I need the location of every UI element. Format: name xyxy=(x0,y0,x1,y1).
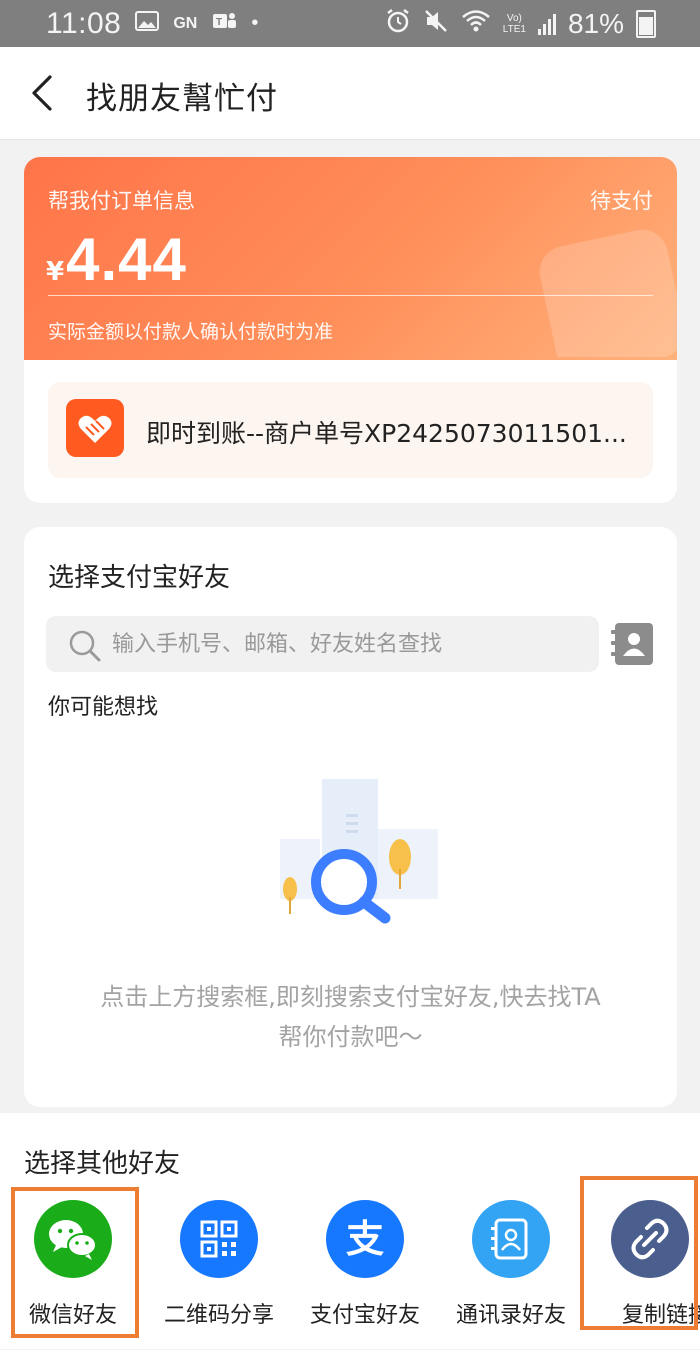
empty-search-illustration xyxy=(280,779,438,924)
currency-symbol: ¥ xyxy=(46,257,65,287)
divider xyxy=(48,295,653,296)
share-qr-code[interactable]: 二维码分享 xyxy=(146,1190,292,1350)
battery-percent: 81% xyxy=(567,7,624,39)
signal-icon xyxy=(537,13,556,35)
order-item-text: 即时到账--商户单号XP2425073011501... xyxy=(146,419,627,448)
share-title: 选择其他好友 xyxy=(24,1149,181,1179)
alipay-friends-panel: 选择支付宝好友 你可能想找 点击上方搜索框,即刻搜索支付宝好友,快去找TA 帮你… xyxy=(24,527,677,1107)
svg-text:T: T xyxy=(216,17,222,28)
back-arrow-icon[interactable] xyxy=(24,73,64,113)
share-address-book[interactable]: 通讯录好友 xyxy=(438,1190,584,1350)
empty-hint-line-1: 点击上方搜索框,即刻搜索支付宝好友,快去找TA xyxy=(100,983,601,1011)
news-app-icon: GN xyxy=(173,14,198,32)
suggestions-label: 你可能想找 xyxy=(48,695,159,720)
merchant-heart-icon xyxy=(66,399,124,457)
svg-text:支: 支 xyxy=(346,1217,384,1261)
heart-hand-watermark-icon xyxy=(539,229,677,357)
nav-bar: 找朋友幫忙付 xyxy=(0,47,700,140)
order-item: 即时到账--商户单号XP2425073011501... xyxy=(48,382,653,478)
notification-dot-icon: • xyxy=(251,12,259,34)
empty-hint-text: 点击上方搜索框,即刻搜索支付宝好友,快去找TA 帮你付款吧～ xyxy=(24,977,677,1057)
qr-code-icon xyxy=(180,1200,258,1278)
status-bar: 11:08 GN T • Vo) LTE1 81% xyxy=(0,0,700,47)
order-status: 待支付 xyxy=(590,189,653,213)
highlight-box-copy-link xyxy=(580,1176,698,1330)
share-label: 通讯录好友 xyxy=(455,1303,566,1328)
order-header: 帮我付订单信息 待支付 ¥ 4.44 实际金额以付款人确认付款时为准 xyxy=(24,157,677,360)
share-label: 支付宝好友 xyxy=(309,1303,420,1328)
search-input[interactable] xyxy=(112,616,592,672)
teams-icon: T xyxy=(211,10,237,38)
amount-value: 4.44 xyxy=(66,226,187,293)
wifi-icon xyxy=(461,9,491,38)
highlight-box-wechat xyxy=(11,1187,139,1338)
address-book-icon xyxy=(472,1200,550,1278)
share-label: 二维码分享 xyxy=(163,1303,274,1328)
gallery-icon xyxy=(135,10,160,37)
order-info-label: 帮我付订单信息 xyxy=(48,189,195,213)
contacts-book-icon[interactable] xyxy=(610,621,656,667)
mute-icon xyxy=(423,8,449,39)
alarm-icon xyxy=(385,8,411,39)
order-amount: ¥ 4.44 xyxy=(46,225,187,294)
search-icon xyxy=(69,630,101,662)
share-sheet: 选择其他好友 微信好友 二维码分享 支 支付宝好友 通讯录好友 复制链接 xyxy=(0,1113,700,1349)
share-alipay-friend[interactable]: 支 支付宝好友 xyxy=(292,1190,438,1350)
search-box[interactable] xyxy=(46,616,599,672)
section-title: 选择支付宝好友 xyxy=(48,563,231,593)
alipay-icon: 支 xyxy=(326,1200,404,1278)
order-note: 实际金额以付款人确认付款时为准 xyxy=(48,321,334,343)
empty-hint-line-2: 帮你付款吧～ xyxy=(278,1023,423,1051)
battery-icon xyxy=(636,9,656,38)
lte-icon: Vo) LTE1 xyxy=(502,12,526,35)
status-time: 11:08 xyxy=(46,6,122,40)
order-card: 帮我付订单信息 待支付 ¥ 4.44 实际金额以付款人确认付款时为准 即时到账-… xyxy=(24,157,677,503)
page-title: 找朋友幫忙付 xyxy=(86,81,278,117)
